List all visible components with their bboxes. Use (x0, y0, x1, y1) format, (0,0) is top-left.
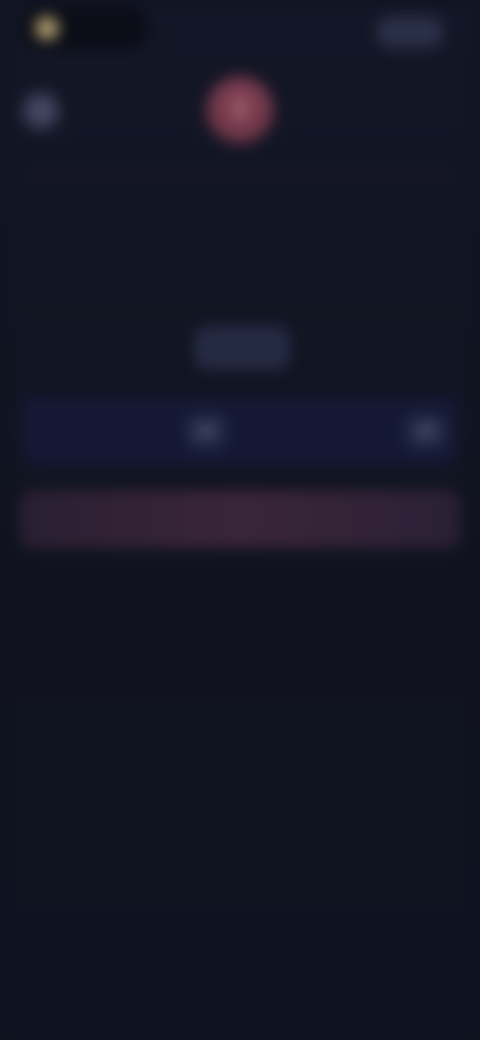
kicker-divider (28, 174, 452, 176)
center-chip-button[interactable] (194, 326, 290, 370)
option-right-label (260, 410, 390, 450)
back-arrow-icon[interactable]: ‹ (22, 92, 60, 130)
page-title (26, 196, 446, 226)
primary-action-button[interactable] (20, 490, 460, 548)
toggle-icon[interactable]: ⇄ (406, 414, 446, 448)
top-action-button[interactable] (376, 16, 444, 48)
kicker-text (28, 156, 452, 176)
page-description (26, 238, 396, 298)
alert-icon: ! (206, 76, 274, 144)
brand-header[interactable]: ◆ (20, 6, 148, 50)
option-left-label (40, 410, 190, 450)
app-screen: ◆ ‹ ! ⇄ ⇄ (0, 0, 480, 1040)
toggle-icon[interactable]: ⇄ (186, 414, 226, 448)
brand-logo-icon: ◆ (34, 15, 60, 41)
